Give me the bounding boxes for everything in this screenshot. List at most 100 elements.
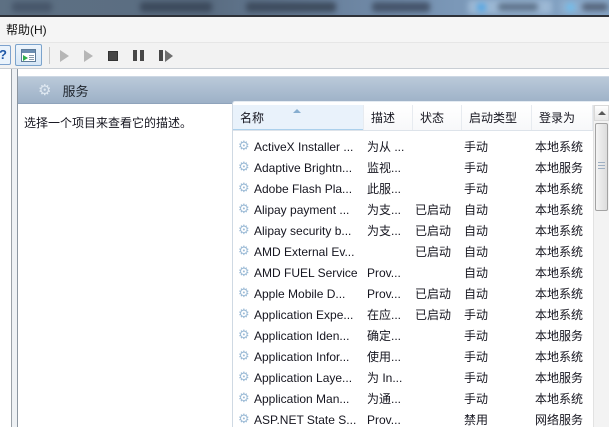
blur-blob [477,3,486,12]
blur-blob [566,3,575,12]
cell-startup-type: 手动 [462,306,532,323]
service-gear-icon: ⚙ [233,350,254,363]
column-header-label: 描述 [371,111,395,125]
service-gear-icon: ⚙ [233,392,254,405]
cell-startup-type: 手动 [462,390,532,407]
restart-icon [159,50,173,62]
table-row[interactable]: ⚙Application Infor...使用...手动本地系统 [233,346,593,367]
cell-name: AMD FUEL Service [254,266,364,280]
start-service-button[interactable] [60,50,69,62]
table-row[interactable]: ⚙Application Laye...为 In...手动本地服务 [233,367,593,388]
cell-description: 为 In... [364,369,413,386]
cell-status: 已启动 [413,243,462,260]
services-list-panel: 名称 描述 状态 启动类型 登录为 ⚙ActiveX Installer ...… [232,101,609,427]
service-gear-icon: ⚙ [233,140,254,153]
cell-description: 为支... [364,201,413,218]
table-row[interactable]: ⚙Application Iden...确定...手动本地服务 [233,325,593,346]
cell-name: AMD External Ev... [254,245,364,259]
cell-logon-as: 本地系统 [532,348,593,365]
column-header-label: 名称 [240,111,264,125]
column-header-status[interactable]: 状态 [413,105,462,130]
cell-description: Prov... [364,413,413,427]
restart-service-button[interactable] [159,50,173,62]
menu-help[interactable]: 帮助(H) [0,18,53,41]
vertical-scrollbar[interactable] [593,105,609,427]
pause-service-button[interactable] [133,50,144,61]
table-row[interactable]: ⚙ASP.NET State S...Prov...禁用网络服务 [233,409,593,427]
cell-startup-type: 手动 [462,180,532,197]
help-icon[interactable]: ? [0,45,11,65]
table-row[interactable]: ⚙Adobe Flash Pla...此服...手动本地系统 [233,178,593,199]
cell-logon-as: 本地系统 [532,180,593,197]
cell-logon-as: 本地系统 [532,285,593,302]
cell-name: Apple Mobile D... [254,287,364,301]
cell-name: Application Infor... [254,350,364,364]
service-gear-icon: ⚙ [233,224,254,237]
toolbar: ? [0,43,609,69]
cell-name: Adobe Flash Pla... [254,182,364,196]
cell-logon-as: 本地系统 [532,264,593,281]
blur-blob [140,2,212,12]
cell-startup-type: 自动 [462,243,532,260]
cell-startup-type: 手动 [462,159,532,176]
table-row[interactable]: ⚙Application Expe...在应...已启动手动本地系统 [233,304,593,325]
table-row[interactable]: ⚙ActiveX Installer ...为从 ...手动本地系统 [233,136,593,157]
cell-startup-type: 手动 [462,138,532,155]
service-gear-icon: ⚙ [233,371,254,384]
toolbar-separator [49,47,50,64]
cell-startup-type: 手动 [462,348,532,365]
pause-icon [133,50,144,61]
service-gear-icon: ⚙ [233,203,254,216]
cell-status: 已启动 [413,222,462,239]
column-header-name[interactable]: 名称 [233,105,364,130]
table-row[interactable]: ⚙Application Man...为通...手动本地系统 [233,388,593,409]
blur-blob [582,3,608,11]
cell-name: Alipay payment ... [254,203,364,217]
column-header-label: 启动类型 [469,111,517,125]
scrollbar-grip [598,162,605,171]
service-rows: ⚙ActiveX Installer ...为从 ...手动本地系统⚙Adapt… [233,136,593,427]
table-row[interactable]: ⚙Alipay payment ...为支...已启动自动本地系统 [233,199,593,220]
console-content: ⚙ 服务 选择一个项目来查看它的描述。 名称 描述 状态 启动类型 [0,69,609,427]
cell-logon-as: 本地系统 [532,222,593,239]
stop-service-button[interactable] [108,51,118,61]
cell-description: 在应... [364,306,413,323]
cell-name: ActiveX Installer ... [254,140,364,154]
table-row[interactable]: ⚙Apple Mobile D...Prov...已启动自动本地系统 [233,283,593,304]
resume-service-button[interactable] [84,50,93,62]
blur-blob [372,2,430,12]
cell-description: 为通... [364,390,413,407]
service-gear-icon: ⚙ [233,413,254,426]
services-gear-icon: ⚙ [38,81,51,99]
scrollbar-thumb[interactable] [595,123,608,211]
cell-description: Prov... [364,266,413,280]
column-header-logon-as[interactable]: 登录为 [532,105,593,130]
show-console-window-button[interactable] [15,44,42,66]
service-gear-icon: ⚙ [233,245,254,258]
service-gear-icon: ⚙ [233,308,254,321]
cell-name: Application Laye... [254,371,364,385]
cell-logon-as: 网络服务 [532,411,593,427]
scrollbar-up-button[interactable] [594,105,609,121]
table-row[interactable]: ⚙AMD External Ev... 已启动自动本地系统 [233,241,593,262]
cell-name: ASP.NET State S... [254,413,364,427]
column-header-label: 登录为 [539,111,575,125]
services-panel: ⚙ 服务 选择一个项目来查看它的描述。 名称 描述 状态 启动类型 [17,69,609,427]
play-icon [84,50,93,62]
cell-startup-type: 手动 [462,369,532,386]
blur-blob [498,3,538,11]
menu-bar: 帮助(H) [0,17,609,43]
table-row[interactable]: ⚙AMD FUEL ServiceProv... 自动本地系统 [233,262,593,283]
column-header-startup-type[interactable]: 启动类型 [462,105,532,130]
column-header-description[interactable]: 描述 [364,105,413,130]
cell-logon-as: 本地系统 [532,243,593,260]
background-browser-tabs [0,0,609,15]
cell-status: 已启动 [413,306,462,323]
service-gear-icon: ⚙ [233,287,254,300]
table-row[interactable]: ⚙Alipay security b...为支...已启动自动本地系统 [233,220,593,241]
cell-startup-type: 自动 [462,264,532,281]
console-tree-pane[interactable] [0,69,12,427]
cell-name: Application Man... [254,392,364,406]
table-row[interactable]: ⚙Adaptive Brightn...监视...手动本地服务 [233,157,593,178]
service-gear-icon: ⚙ [233,266,254,279]
